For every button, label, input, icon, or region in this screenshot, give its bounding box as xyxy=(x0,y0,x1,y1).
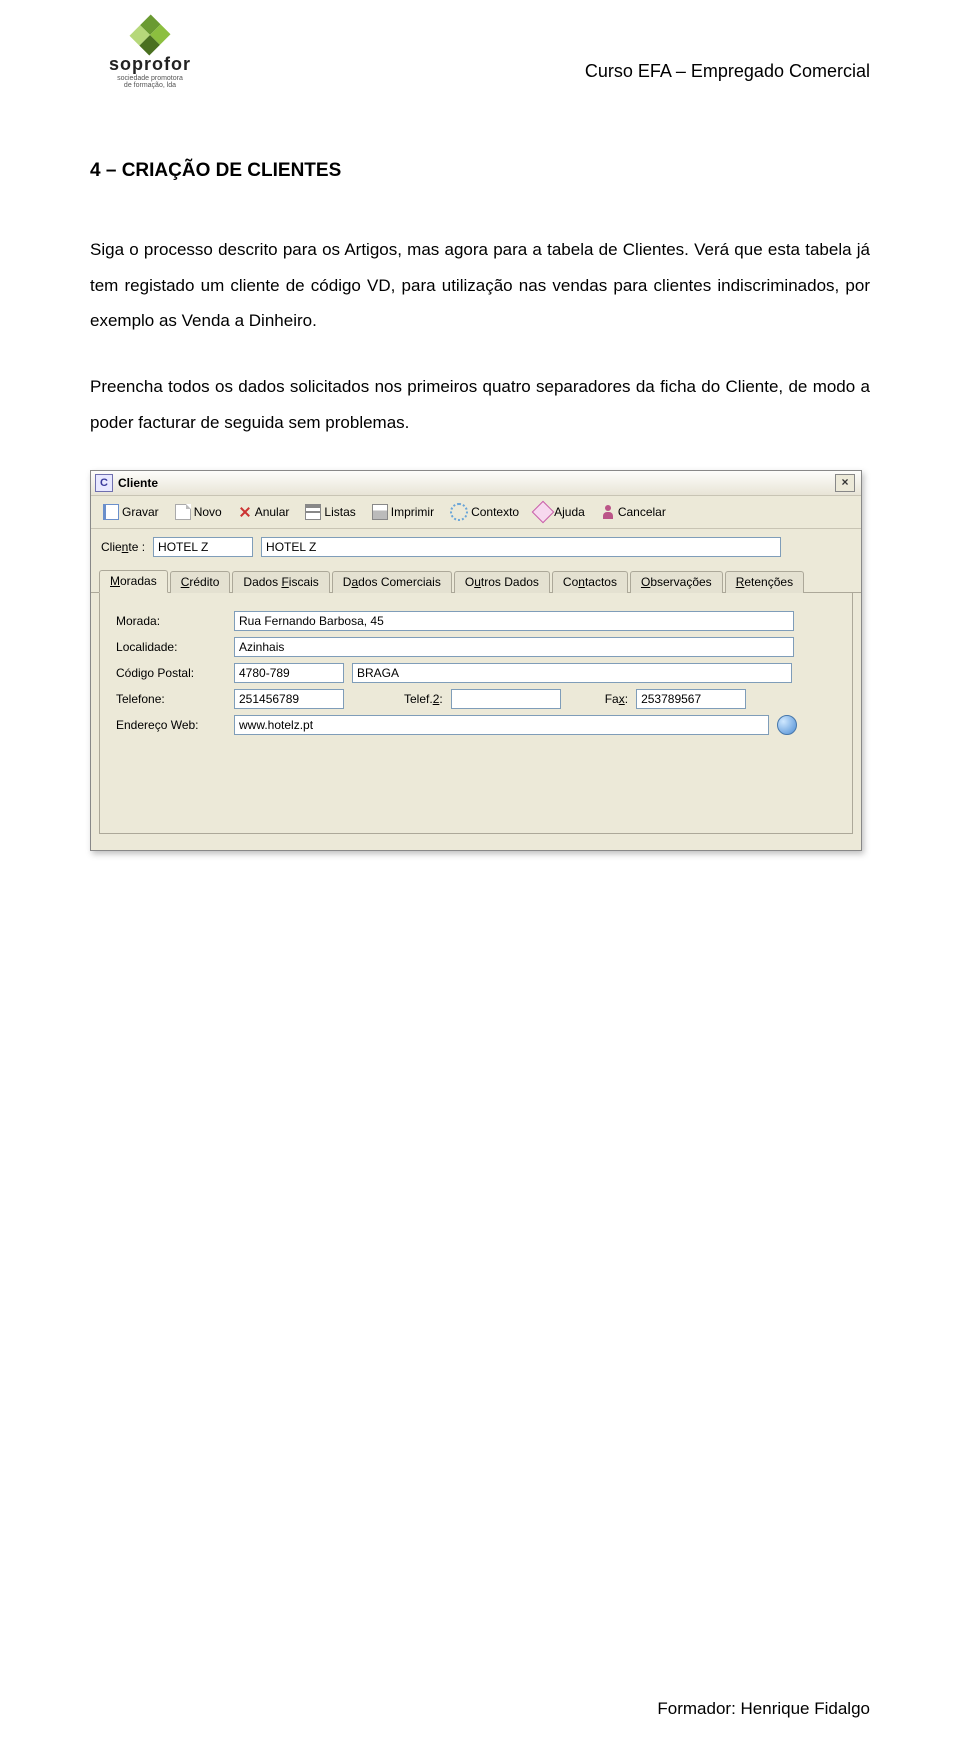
lists-button[interactable]: Listas xyxy=(299,500,361,524)
telefone2-label-pre: Telef. xyxy=(404,692,433,706)
annul-button[interactable]: Anular xyxy=(232,500,296,524)
cancel-label: Cancelar xyxy=(618,505,666,519)
telefone-label-pre: Telefo xyxy=(116,692,148,706)
tab-moradas[interactable]: Moradas xyxy=(99,570,168,593)
cliente-name-input[interactable] xyxy=(261,537,781,557)
new-icon xyxy=(175,504,191,520)
telefone-label: Telefone: xyxy=(116,692,226,706)
localidade-label-ul: L xyxy=(116,640,123,654)
print-button[interactable]: Imprimir xyxy=(366,500,440,524)
tab-fiscais[interactable]: Dados Fiscais xyxy=(232,571,329,593)
toolbar: Gravar Novo Anular Listas Imprimir Conte… xyxy=(91,496,861,529)
cp-city-input[interactable] xyxy=(352,663,792,683)
annul-label: Anular xyxy=(255,505,290,519)
annul-icon xyxy=(238,505,252,519)
cliente-window: C Cliente × Gravar Novo Anular Listas xyxy=(90,470,862,851)
page-header: soprofor sociedade promotora de formação… xyxy=(90,20,870,90)
morada-label: Morada: xyxy=(116,614,226,628)
save-button[interactable]: Gravar xyxy=(97,500,165,524)
tab-outros[interactable]: Outros Dados xyxy=(454,571,550,593)
morada-input[interactable] xyxy=(234,611,794,631)
localidade-label-post: ocalidade: xyxy=(123,640,178,654)
cliente-label-pre: Clie xyxy=(101,540,122,554)
help-label: Ajuda xyxy=(554,505,585,519)
lists-icon xyxy=(305,504,321,520)
fax-label-pre: Fa xyxy=(605,692,619,706)
context-icon xyxy=(450,503,468,521)
cp-input[interactable] xyxy=(234,663,344,683)
globe-icon[interactable] xyxy=(777,715,797,735)
paragraph-2: Preencha todos os dados solicitados nos … xyxy=(90,369,870,440)
telefone2-label: Telef.2: xyxy=(404,692,443,706)
cancel-button[interactable]: Cancelar xyxy=(595,500,672,524)
tab-credito[interactable]: Crédito xyxy=(170,571,231,593)
logo-sub1: sociedade promotora xyxy=(117,75,183,82)
new-label: Novo xyxy=(194,505,222,519)
cp-label-post: ostal: xyxy=(165,666,194,680)
logo-sub2: de formação, lda xyxy=(124,82,176,89)
cliente-label: Cliente : xyxy=(101,540,145,554)
logo-text: soprofor xyxy=(109,54,191,75)
help-icon xyxy=(532,501,555,524)
telefone-label-post: e: xyxy=(155,692,165,706)
fax-input[interactable] xyxy=(636,689,746,709)
morada-label-pre: Mora xyxy=(116,614,143,628)
course-title: Curso EFA – Empregado Comercial xyxy=(585,61,870,90)
web-label-post: eb: xyxy=(182,718,199,732)
logo-icon xyxy=(129,14,170,55)
cliente-label-post: te : xyxy=(128,540,145,554)
window-title: Cliente xyxy=(118,476,158,490)
telefone2-input[interactable] xyxy=(451,689,561,709)
context-button[interactable]: Contexto xyxy=(444,500,525,524)
cancel-icon xyxy=(601,505,615,519)
save-icon xyxy=(103,504,119,520)
telefone-label-ul: n xyxy=(148,692,155,706)
fax-label: Fax: xyxy=(605,692,628,706)
close-button[interactable]: × xyxy=(835,474,855,492)
cliente-code-input[interactable] xyxy=(153,537,253,557)
localidade-input[interactable] xyxy=(234,637,794,657)
help-button[interactable]: Ajuda xyxy=(529,500,591,524)
tab-contactos[interactable]: Contactos xyxy=(552,571,628,593)
cp-label: Código Postal: xyxy=(116,666,226,680)
page-footer: Formador: Henrique Fidalgo xyxy=(657,1699,870,1719)
titlebar: C Cliente × xyxy=(91,471,861,496)
logo: soprofor sociedade promotora de formação… xyxy=(90,20,210,90)
web-label-pre: Endereço xyxy=(116,718,171,732)
new-button[interactable]: Novo xyxy=(169,500,228,524)
paragraph-1: Siga o processo descrito para os Artigos… xyxy=(90,232,870,339)
print-label: Imprimir xyxy=(391,505,434,519)
cp-label-pre: Código xyxy=(116,666,157,680)
web-label: Endereço Web: xyxy=(116,718,226,732)
morada-label-post: a: xyxy=(150,614,160,628)
telefone-input[interactable] xyxy=(234,689,344,709)
context-label: Contexto xyxy=(471,505,519,519)
web-label-ul: W xyxy=(171,718,182,732)
tab-comerciais[interactable]: Dados Comerciais xyxy=(332,571,452,593)
tab-retencoes[interactable]: Retenções xyxy=(725,571,804,593)
tab-obs[interactable]: Observações xyxy=(630,571,723,593)
localidade-label: Localidade: xyxy=(116,640,226,654)
window-icon: C xyxy=(95,474,113,492)
save-label: Gravar xyxy=(122,505,159,519)
fax-label-post: : xyxy=(625,692,628,706)
section-heading: 4 – CRIAÇÃO DE CLIENTES xyxy=(90,160,870,182)
tab-body-moradas: Morada: Localidade: Código Postal: Tel xyxy=(99,593,853,834)
web-input[interactable] xyxy=(234,715,769,735)
print-icon xyxy=(372,504,388,520)
telefone2-label-post: : xyxy=(439,692,442,706)
cliente-top-fields: Cliente : xyxy=(91,529,861,569)
lists-label: Listas xyxy=(324,505,355,519)
tab-strip: MoradasCréditoDados FiscaisDados Comerci… xyxy=(91,569,861,593)
